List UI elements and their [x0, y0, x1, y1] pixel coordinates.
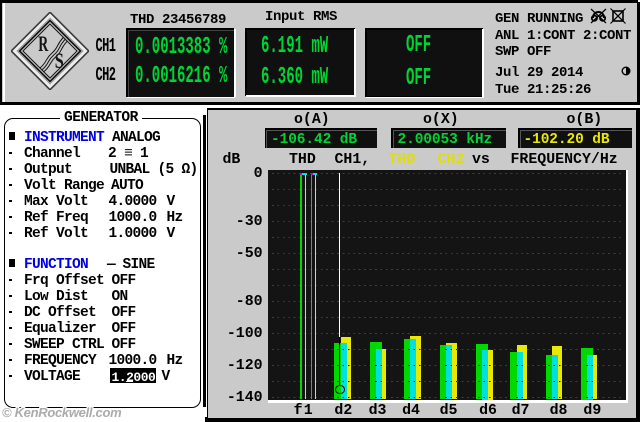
- svg-text:R: R: [38, 31, 48, 56]
- svg-text:S: S: [55, 48, 64, 73]
